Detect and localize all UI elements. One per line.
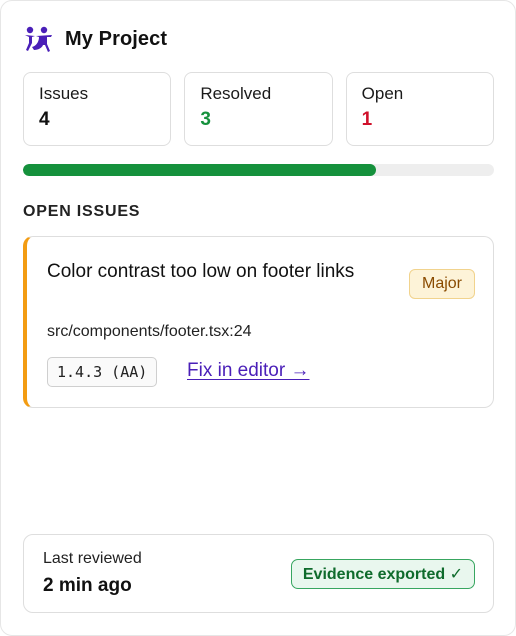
stat-card-issues: Issues 4 (23, 72, 172, 146)
last-reviewed-value: 2 min ago (43, 575, 132, 596)
severity-badge: Major (408, 269, 475, 299)
stat-card-open: Open 1 (345, 72, 494, 146)
stat-value: 4 (39, 109, 50, 130)
stats-row: Issues 4 Resolved 3 Open 1 (23, 72, 494, 146)
project-panel: My Project Issues 4 Resolved 3 Open 1 OP… (0, 0, 516, 636)
project-title: My Project (65, 27, 168, 50)
last-reviewed-label: Last reviewed (43, 550, 142, 567)
stat-card-resolved: Resolved 3 (184, 72, 333, 146)
resolution-progress-bar (23, 164, 494, 176)
evidence-exported-badge: Evidence exported ✓ (290, 559, 475, 589)
issue-card: Color contrast too low on footer links M… (23, 236, 494, 408)
stat-label: Issues (39, 84, 89, 103)
stat-label: Resolved (200, 84, 272, 103)
panel-header: My Project (23, 25, 167, 53)
stat-label: Open (361, 84, 404, 103)
accessibility-figures-icon (25, 26, 52, 52)
issue-title: Color contrast too low on footer links (47, 261, 355, 282)
issue-file-path: src/components/footer.tsx:24 (47, 323, 252, 340)
stat-value: 3 (200, 109, 211, 130)
review-status-card: Last reviewed 2 min ago Evidence exporte… (23, 534, 494, 613)
wcag-criterion-tag: 1.4.3 (AA) (47, 357, 158, 387)
stat-value: 1 (361, 109, 373, 130)
progress-fill (23, 164, 377, 176)
section-heading: OPEN ISSUES (23, 203, 141, 220)
fix-in-editor-link[interactable]: Fix in editor → (187, 360, 309, 382)
